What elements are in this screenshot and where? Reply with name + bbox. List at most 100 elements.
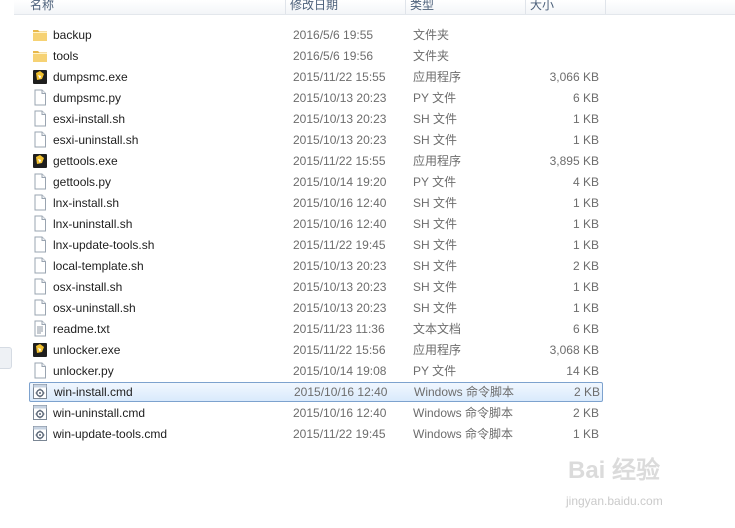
file-modified-date: 2015/10/16 12:40 bbox=[294, 385, 388, 399]
file-type: 文件夹 bbox=[413, 49, 450, 63]
file-row[interactable]: local-template.sh 2015/10/13 20:23 SH 文件 2 … bbox=[29, 256, 603, 276]
file-name: unlocker.py bbox=[53, 364, 114, 378]
file-name: lnx-uninstall.sh bbox=[53, 217, 133, 231]
file-name: gettools.exe bbox=[53, 154, 118, 168]
file-icon bbox=[32, 257, 48, 274]
file-name: lnx-update-tools.sh bbox=[53, 238, 155, 252]
cmd-script-icon bbox=[32, 425, 48, 442]
file-row[interactable]: backup 2016/5/6 19:55 文件夹 bbox=[29, 25, 603, 45]
file-size: 3,066 KB bbox=[549, 70, 599, 84]
file-row[interactable]: gettools.exe 2015/11/22 15:55 应用程序 3,895 KB bbox=[29, 151, 603, 171]
file-row[interactable]: unlocker.exe 2015/11/22 15:56 应用程序 3,068 KB bbox=[29, 340, 603, 360]
file-row[interactable]: win-update-tools.cmd 2015/11/22 19:45 Wind… bbox=[29, 424, 603, 444]
watermark: Bai 经验 jingyan.baidu.com bbox=[560, 440, 730, 520]
file-row[interactable]: esxi-uninstall.sh 2015/10/13 20:23 SH 文件 1 … bbox=[29, 130, 603, 150]
folder-icon bbox=[32, 26, 48, 43]
file-type: SH 文件 bbox=[413, 133, 458, 147]
file-type: PY 文件 bbox=[413, 364, 457, 378]
file-type: Windows 命令脚本 bbox=[413, 427, 514, 441]
file-row[interactable]: lnx-uninstall.sh 2015/10/16 12:40 SH 文件 1 K… bbox=[29, 214, 603, 234]
file-size: 3,068 KB bbox=[549, 343, 599, 357]
file-row[interactable]: unlocker.py 2015/10/14 19:08 PY 文件 14 KB bbox=[29, 361, 603, 381]
file-modified-date: 2015/10/16 12:40 bbox=[293, 217, 387, 231]
column-header-bar: 名称 修改日期 类型 大小 bbox=[14, 0, 735, 15]
file-modified-date: 2015/11/22 15:55 bbox=[293, 154, 386, 168]
file-type: SH 文件 bbox=[413, 196, 458, 210]
column-header-type[interactable]: 类型 bbox=[406, 0, 526, 14]
file-row[interactable]: gettools.py 2015/10/14 19:20 PY 文件 4 KB bbox=[29, 172, 603, 192]
file-type: 应用程序 bbox=[413, 154, 462, 168]
file-row[interactable]: dumpsmc.exe 2015/11/22 15:55 应用程序 3,066 KB bbox=[29, 67, 603, 87]
exe-icon bbox=[32, 68, 48, 85]
file-size: 6 KB bbox=[572, 91, 599, 105]
file-row[interactable]: win-uninstall.cmd 2015/10/16 12:40 Windows… bbox=[29, 403, 603, 423]
file-modified-date: 2015/10/13 20:23 bbox=[293, 133, 387, 147]
file-name: dumpsmc.py bbox=[53, 91, 122, 105]
file-type: Windows 命令脚本 bbox=[413, 406, 514, 420]
file-type: SH 文件 bbox=[413, 301, 458, 315]
file-row[interactable]: lnx-update-tools.sh 2015/11/22 19:45 SH 文件… bbox=[29, 235, 603, 255]
column-header-name[interactable]: 名称 bbox=[14, 0, 286, 14]
file-row[interactable]: readme.txt 2015/11/23 11:36 文本文档 6 KB bbox=[29, 319, 603, 339]
file-row[interactable]: tools 2016/5/6 19:56 文件夹 bbox=[29, 46, 603, 66]
file-size: 2 KB bbox=[573, 385, 600, 399]
file-icon bbox=[32, 236, 48, 253]
column-header-date[interactable]: 修改日期 bbox=[286, 0, 406, 14]
file-row[interactable]: osx-uninstall.sh 2015/10/13 20:23 SH 文件 1 K… bbox=[29, 298, 603, 318]
exe-icon bbox=[32, 152, 48, 169]
file-name: osx-uninstall.sh bbox=[53, 301, 136, 315]
file-icon bbox=[32, 299, 48, 316]
file-icon bbox=[32, 131, 48, 148]
file-name: esxi-uninstall.sh bbox=[53, 133, 139, 147]
file-type: SH 文件 bbox=[413, 217, 458, 231]
file-type: 应用程序 bbox=[413, 70, 462, 84]
file-type: SH 文件 bbox=[413, 238, 458, 252]
file-name: lnx-install.sh bbox=[53, 196, 120, 210]
file-row[interactable]: osx-install.sh 2015/10/13 20:23 SH 文件 1 KB bbox=[29, 277, 603, 297]
file-icon bbox=[32, 215, 48, 232]
file-modified-date: 2015/10/14 19:20 bbox=[293, 175, 387, 189]
file-size: 3,895 KB bbox=[549, 154, 599, 168]
file-modified-date: 2015/10/14 19:08 bbox=[293, 364, 387, 378]
file-name: win-update-tools.cmd bbox=[53, 427, 168, 441]
file-icon bbox=[32, 89, 48, 106]
file-size: 6 KB bbox=[572, 322, 599, 336]
file-modified-date: 2015/10/13 20:23 bbox=[293, 112, 387, 126]
file-type: SH 文件 bbox=[413, 259, 458, 273]
file-type: Windows 命令脚本 bbox=[414, 385, 515, 399]
file-type: SH 文件 bbox=[413, 280, 458, 294]
file-row[interactable]: dumpsmc.py 2015/10/13 20:23 PY 文件 6 KB bbox=[29, 88, 603, 108]
file-name: backup bbox=[53, 28, 92, 42]
file-size: 1 KB bbox=[572, 238, 599, 252]
file-modified-date: 2016/5/6 19:55 bbox=[293, 28, 374, 42]
file-size: 1 KB bbox=[572, 217, 599, 231]
file-name: dumpsmc.exe bbox=[53, 70, 128, 84]
file-size: 1 KB bbox=[572, 112, 599, 126]
file-type: 应用程序 bbox=[413, 343, 462, 357]
file-row[interactable]: win-install.cmd 2015/10/16 12:40 Windows 命… bbox=[29, 382, 603, 402]
file-name: gettools.py bbox=[53, 175, 112, 189]
file-modified-date: 2016/5/6 19:56 bbox=[293, 49, 374, 63]
exe-icon bbox=[32, 341, 48, 358]
file-row[interactable]: lnx-install.sh 2015/10/16 12:40 SH 文件 1 KB bbox=[29, 193, 603, 213]
file-modified-date: 2015/10/13 20:23 bbox=[293, 91, 387, 105]
file-name: esxi-install.sh bbox=[53, 112, 126, 126]
file-size: 2 KB bbox=[572, 259, 599, 273]
file-type: 文本文档 bbox=[413, 322, 462, 336]
file-size: 4 KB bbox=[572, 175, 599, 189]
navigation-pane-scroll-handle[interactable] bbox=[0, 347, 12, 369]
file-row[interactable]: esxi-install.sh 2015/10/13 20:23 SH 文件 1 KB bbox=[29, 109, 603, 129]
file-modified-date: 2015/10/13 20:23 bbox=[293, 259, 387, 273]
file-icon bbox=[32, 110, 48, 127]
file-type: PY 文件 bbox=[413, 175, 457, 189]
file-size: 1 KB bbox=[572, 133, 599, 147]
file-name: tools bbox=[53, 49, 79, 63]
file-size: 2 KB bbox=[572, 406, 599, 420]
file-type: SH 文件 bbox=[413, 112, 458, 126]
file-modified-date: 2015/11/22 19:45 bbox=[293, 427, 386, 441]
file-icon bbox=[32, 278, 48, 295]
watermark-url: jingyan.baidu.com bbox=[566, 494, 663, 508]
column-header-size[interactable]: 大小 bbox=[526, 0, 606, 14]
folder-icon bbox=[32, 47, 48, 64]
file-modified-date: 2015/10/13 20:23 bbox=[293, 280, 387, 294]
